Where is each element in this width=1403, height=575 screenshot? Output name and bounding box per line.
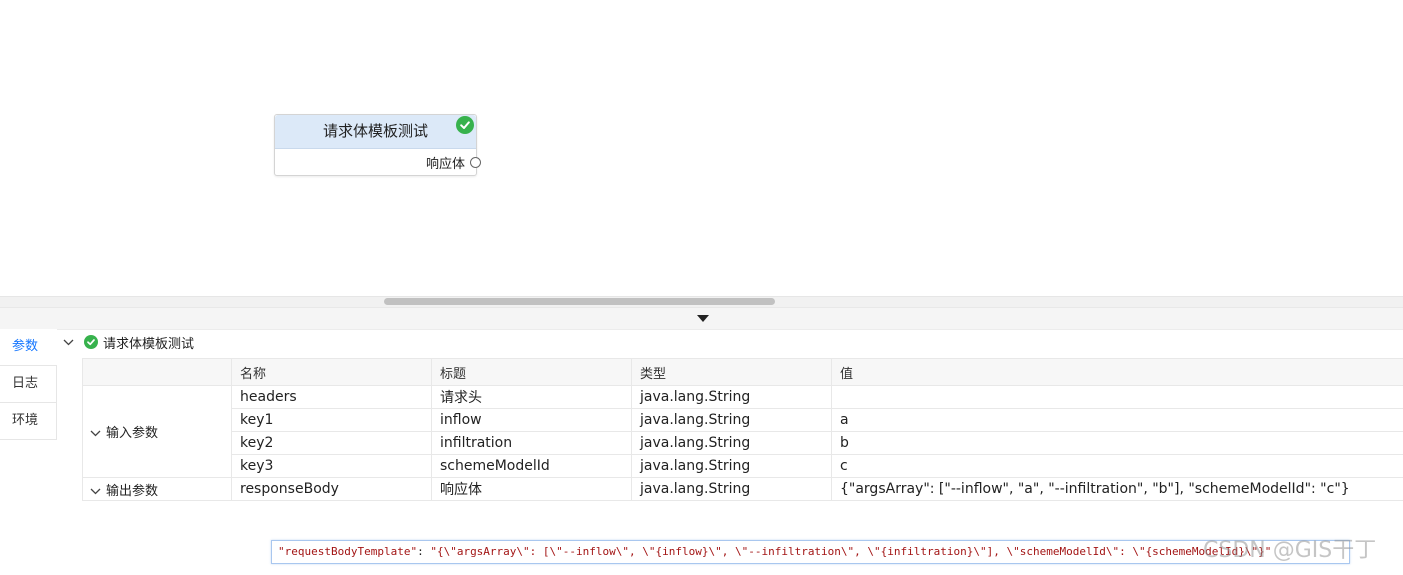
chevron-down-icon[interactable] <box>90 426 101 441</box>
panel-divider[interactable] <box>0 307 1403 330</box>
side-tabs: 参数 日志 环境 <box>0 329 57 440</box>
param-value: a <box>831 408 1403 432</box>
table-row: 输出参数 responseBody 响应体 java.lang.String {… <box>82 477 1403 501</box>
tree-node-label: 请求体模板测试 <box>103 336 195 352</box>
tree-node-row[interactable]: 请求体模板测试 <box>60 333 195 352</box>
param-name: key3 <box>231 454 432 478</box>
params-table: 名称 标题 类型 值 输入参数 headers 请求头 java.lang.St… <box>82 358 1403 501</box>
column-header-type: 类型 <box>631 358 832 386</box>
group-label: 输出参数 <box>106 483 159 499</box>
node-title: 请求体模板测试 <box>275 115 476 149</box>
table-row: key1 inflow java.lang.String a <box>83 408 1403 432</box>
code-snippet: "requestBodyTemplate": "{\"argsArray\": … <box>271 540 1350 564</box>
param-title: 请求头 <box>431 385 632 409</box>
tab-logs[interactable]: 日志 <box>0 366 57 403</box>
param-name: key1 <box>231 408 432 432</box>
output-port-handle[interactable] <box>470 157 481 168</box>
tab-params[interactable]: 参数 <box>0 329 57 366</box>
flow-node[interactable]: 请求体模板测试 响应体 <box>274 114 481 176</box>
table-header-row: 名称 标题 类型 值 <box>82 358 1403 386</box>
column-header-name: 名称 <box>231 358 432 386</box>
param-type: java.lang.String <box>631 454 832 478</box>
input-params-group[interactable]: 输入参数 <box>82 385 232 478</box>
param-name: key2 <box>231 431 432 455</box>
table-row: key2 infiltration java.lang.String b <box>83 431 1403 455</box>
param-title: infiltration <box>431 431 632 455</box>
tab-environment[interactable]: 环境 <box>0 403 57 440</box>
param-type: java.lang.String <box>631 431 832 455</box>
param-title: inflow <box>431 408 632 432</box>
column-header-value: 值 <box>831 358 1403 386</box>
node-output-port-row: 响应体 <box>275 149 481 175</box>
param-title: schemeModelId <box>431 454 632 478</box>
param-value: c <box>831 454 1403 478</box>
group-label: 输入参数 <box>106 426 159 441</box>
param-title: 响应体 <box>431 477 632 501</box>
param-name: headers <box>231 385 432 409</box>
param-value: b <box>831 431 1403 455</box>
column-header-title: 标题 <box>431 358 632 386</box>
param-type: java.lang.String <box>631 408 832 432</box>
horizontal-scrollbar[interactable] <box>0 296 1403 307</box>
param-value: {"argsArray": ["--inflow", "a", "--infil… <box>831 477 1403 501</box>
flow-canvas[interactable]: 请求体模板测试 响应体 <box>0 0 1403 296</box>
code-key: "requestBodyTemplate" <box>278 545 418 558</box>
node-port-label: 响应体 <box>425 157 465 172</box>
table-row: key3 schemeModelId java.lang.String c <box>83 454 1403 478</box>
param-type: java.lang.String <box>631 385 832 409</box>
scrollbar-thumb[interactable] <box>384 298 775 305</box>
param-name: responseBody <box>231 477 432 501</box>
success-check-icon <box>456 116 474 134</box>
param-value <box>831 385 1403 409</box>
table-row: 输入参数 headers 请求头 java.lang.String <box>82 385 1403 478</box>
chevron-down-icon[interactable] <box>90 484 101 499</box>
collapse-panel-icon[interactable] <box>697 315 709 322</box>
success-check-icon <box>84 335 98 349</box>
output-params-group[interactable]: 输出参数 <box>82 477 232 501</box>
code-separator: : <box>417 545 431 558</box>
column-header-group <box>82 358 232 386</box>
watermark: CSDN @GIS干丁 <box>1203 538 1377 563</box>
code-value: "{\"argsArray\": [\"--inflow\", \"{inflo… <box>430 545 1272 558</box>
chevron-down-icon[interactable] <box>60 339 76 346</box>
param-type: java.lang.String <box>631 477 832 501</box>
